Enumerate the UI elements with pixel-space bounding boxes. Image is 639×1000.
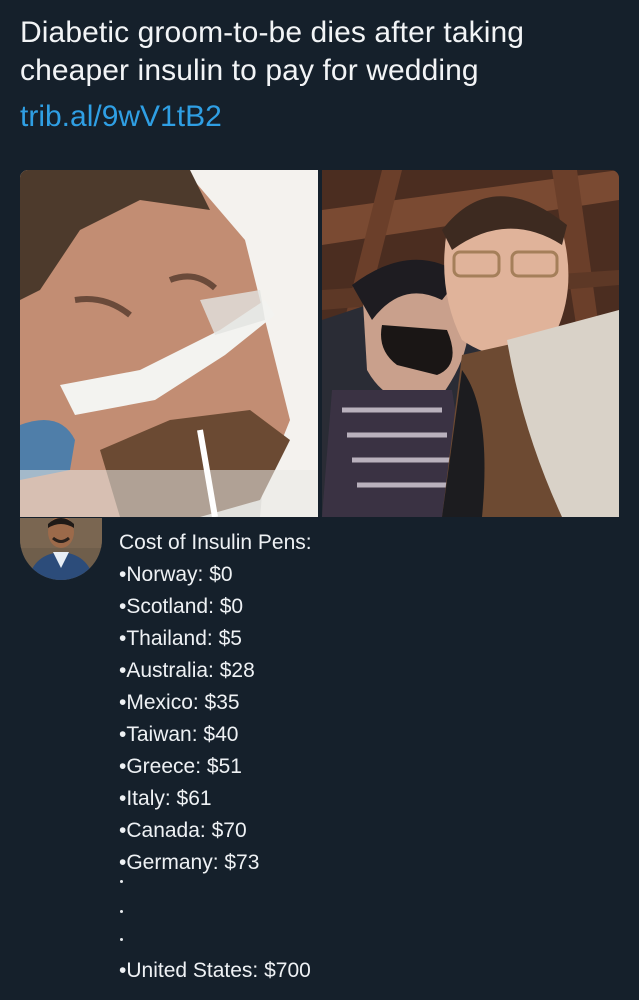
ellipsis-dots xyxy=(118,872,128,942)
list-item: •Canada: $70 xyxy=(119,819,247,842)
avatar-image xyxy=(20,518,102,580)
list-item: •Australia: $28 xyxy=(119,659,255,682)
list-item: •Taiwan: $40 xyxy=(119,723,239,746)
list-item-united-states: •United States: $700 xyxy=(119,959,311,982)
price-list: •Norway: $0 •Scotland: $0 •Thailand: $5 … xyxy=(119,559,312,879)
reply-heading: Cost of Insulin Pens: xyxy=(119,531,312,554)
list-item: •Greece: $51 xyxy=(119,755,242,778)
list-item: •Mexico: $35 xyxy=(119,691,240,714)
headline: Diabetic groom-to-be dies after taking c… xyxy=(20,14,620,90)
headline-line-2: cheaper insulin to pay for wedding xyxy=(20,54,479,87)
reply-text: Cost of Insulin Pens: •Norway: $0 •Scotl… xyxy=(119,527,312,879)
list-item: •Italy: $61 xyxy=(119,787,212,810)
hospital-photo-image xyxy=(20,170,318,517)
list-item: •Norway: $0 xyxy=(119,563,233,586)
headline-line-1: Diabetic groom-to-be dies after taking xyxy=(20,16,525,49)
couple-photo[interactable] xyxy=(322,170,619,517)
list-item: •Scotland: $0 xyxy=(119,595,244,618)
list-item: •Thailand: $5 xyxy=(119,627,242,650)
dot-icon xyxy=(120,938,123,941)
hospital-photo[interactable] xyxy=(20,170,318,517)
tweet-screenshot: Diabetic groom-to-be dies after taking c… xyxy=(0,0,639,1000)
dot-icon xyxy=(120,910,123,913)
article-link[interactable]: trib.al/9wV1tB2 xyxy=(20,98,222,136)
avatar[interactable] xyxy=(20,518,102,580)
dot-icon xyxy=(120,880,123,883)
list-item: •Germany: $73 xyxy=(119,851,260,874)
couple-photo-image xyxy=(322,170,619,517)
